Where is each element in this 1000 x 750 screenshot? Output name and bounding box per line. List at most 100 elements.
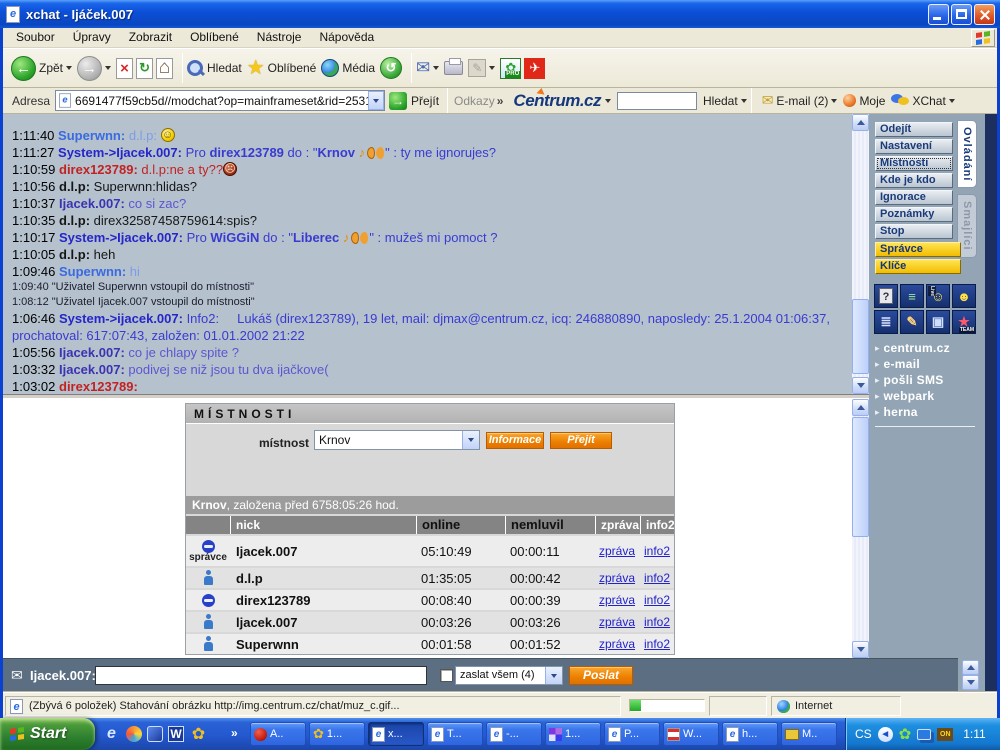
messenger-plus-button[interactable]: ✈ xyxy=(524,58,545,79)
menu-item-zobrazit[interactable]: Zobrazit xyxy=(120,28,181,47)
edit-button[interactable]: ✎ xyxy=(468,59,495,77)
chat-scrollbar[interactable] xyxy=(852,114,869,394)
message-input[interactable] xyxy=(95,666,427,685)
zprava-link[interactable]: zpráva xyxy=(595,637,635,651)
edit-dropdown-icon[interactable] xyxy=(489,66,495,70)
forward-button[interactable]: → xyxy=(77,56,111,81)
centrum-email-button[interactable]: ✉ E-mail (2) xyxy=(762,92,838,109)
scroll-down-button[interactable] xyxy=(852,641,869,658)
links-chevron-icon[interactable]: » xyxy=(497,94,504,108)
scroll-up-button[interactable] xyxy=(852,114,869,131)
centrum-dropdown-icon[interactable] xyxy=(605,99,611,103)
info2-link[interactable]: info2 xyxy=(640,615,670,629)
address-url[interactable]: 6691477f59cb5d//modchat?op=mainframeset&… xyxy=(75,94,368,108)
taskbar-task[interactable]: e-... xyxy=(486,722,542,746)
zprava-link[interactable]: zpráva xyxy=(595,571,635,585)
info2-link[interactable]: info2 xyxy=(640,544,670,558)
menu-item-nástroje[interactable]: Nástroje xyxy=(248,28,311,47)
sidebar-button-stop[interactable]: Stop xyxy=(875,224,953,239)
start-button[interactable]: Start xyxy=(0,718,95,750)
menu-item-úpravy[interactable]: Úpravy xyxy=(64,28,120,47)
broadcast-checkbox[interactable] xyxy=(440,669,453,682)
taskbar-task[interactable]: 1... xyxy=(545,722,601,746)
room-select-dropdown-icon[interactable] xyxy=(462,431,479,449)
language-indicator[interactable]: CS xyxy=(855,727,872,741)
help-icon[interactable]: ? xyxy=(874,284,898,308)
maximize-button[interactable] xyxy=(951,4,972,25)
sidebar-button-místnosti[interactable]: Místnosti xyxy=(875,156,953,171)
word-icon[interactable]: W xyxy=(168,726,184,742)
sidebar-button-ignorace[interactable]: Ignorace xyxy=(875,190,953,205)
sidebar-link-centrum.cz[interactable]: ▸centrum.cz xyxy=(875,340,981,356)
stop-button[interactable]: × xyxy=(116,58,133,79)
icq-quicklaunch-icon[interactable]: ✿ xyxy=(189,725,208,744)
mail-dropdown-icon[interactable] xyxy=(433,66,439,70)
zprava-link[interactable]: zpráva xyxy=(595,593,635,607)
sidebar-button-kde-je-kdo[interactable]: Kde je kdo xyxy=(875,173,953,188)
links-label[interactable]: Odkazy xyxy=(454,94,495,108)
composer-scrollbar[interactable] xyxy=(958,658,985,692)
sidebar-link-pošli-sms[interactable]: ▸pošli SMS xyxy=(875,372,981,388)
refresh-button[interactable]: ↻ xyxy=(136,58,153,79)
history-button[interactable]: ↺ xyxy=(380,57,402,79)
scroll-down-button[interactable] xyxy=(852,377,869,394)
send-button[interactable]: Poslat xyxy=(569,666,633,685)
mail-button[interactable]: ✉ xyxy=(416,58,439,78)
scroll-down-button[interactable] xyxy=(962,675,979,690)
whisper-icon[interactable]: ☻ xyxy=(952,284,976,308)
scroll-up-button[interactable] xyxy=(852,399,869,416)
info2-link[interactable]: info2 xyxy=(640,637,670,651)
back-button[interactable]: ← Zpět xyxy=(11,56,72,81)
notes-icon[interactable]: ✎ xyxy=(900,310,924,334)
menu-item-nápověda[interactable]: Nápověda xyxy=(310,28,383,47)
sidebar-link-webpark[interactable]: ▸webpark xyxy=(875,388,981,404)
print-button[interactable] xyxy=(444,61,463,75)
centrum-search-input[interactable] xyxy=(617,92,697,110)
media-player-icon[interactable] xyxy=(126,726,142,742)
broadcast-select[interactable]: zaslat všem (4) xyxy=(455,666,563,685)
minimize-button[interactable] xyxy=(928,4,949,25)
centrum-xchat-button[interactable]: XChat xyxy=(891,94,954,108)
team-icon[interactable]: ★TEAM xyxy=(952,310,976,334)
forward-dropdown-icon[interactable] xyxy=(105,66,111,70)
centrum-logo[interactable]: Centrum.cz xyxy=(513,91,601,111)
go-button[interactable]: → Přejít xyxy=(389,92,439,110)
ie-quicklaunch-icon[interactable]: e xyxy=(102,725,121,744)
icq-tray-icon[interactable]: ✿ xyxy=(899,727,912,742)
sidebar-button-poznámky[interactable]: Poznámky xyxy=(875,207,953,222)
icq-pro-button[interactable]: ✿PRO xyxy=(500,58,521,79)
quicklaunch-overflow-icon[interactable]: » xyxy=(231,726,238,740)
messenger-icon[interactable] xyxy=(147,726,163,742)
window-icon[interactable]: ▣ xyxy=(926,310,950,334)
on-tray-icon[interactable]: ON xyxy=(937,728,953,741)
zprava-link[interactable]: zpráva xyxy=(595,544,635,558)
tray-chevron-icon[interactable]: ◄ xyxy=(878,727,893,742)
search-button[interactable]: Hledat xyxy=(187,60,242,77)
live-icon[interactable]: ☺Live xyxy=(926,284,950,308)
sidebar-button-klíče[interactable]: Klíče xyxy=(875,259,961,274)
back-dropdown-icon[interactable] xyxy=(66,66,72,70)
sidebar-button-správce[interactable]: Správce xyxy=(875,242,961,257)
taskbar-task[interactable]: A.. xyxy=(250,722,306,746)
favorites-button[interactable]: ★ Oblíbené xyxy=(247,58,317,78)
zprava-link[interactable]: zpráva xyxy=(595,615,635,629)
broadcast-dropdown-icon[interactable] xyxy=(545,667,562,684)
sidebar-link-e-mail[interactable]: ▸e-mail xyxy=(875,356,981,372)
profile-icon[interactable]: ≣ xyxy=(874,310,898,334)
sidebar-tab-ovládání[interactable]: Ovládání xyxy=(957,120,977,188)
network-tray-icon[interactable] xyxy=(917,729,931,740)
taskbar-task[interactable]: W... xyxy=(663,722,719,746)
taskbar-task[interactable]: eh... xyxy=(722,722,778,746)
taskbar-task[interactable]: eP... xyxy=(604,722,660,746)
taskbar-task[interactable]: ex... xyxy=(368,722,424,746)
rooms-scrollbar[interactable] xyxy=(852,399,869,658)
media-button[interactable]: Média xyxy=(321,59,375,77)
room-select[interactable]: Krnov xyxy=(314,430,480,450)
informace-button[interactable]: Informace xyxy=(486,432,544,449)
close-button[interactable] xyxy=(974,4,995,25)
taskbar-task[interactable]: eT... xyxy=(427,722,483,746)
prejit-button[interactable]: Přejít xyxy=(550,432,612,449)
centrum-search-button[interactable]: Hledat xyxy=(703,94,747,108)
taskbar-task[interactable]: ✿1... xyxy=(309,722,365,746)
scroll-thumb[interactable] xyxy=(852,417,869,537)
